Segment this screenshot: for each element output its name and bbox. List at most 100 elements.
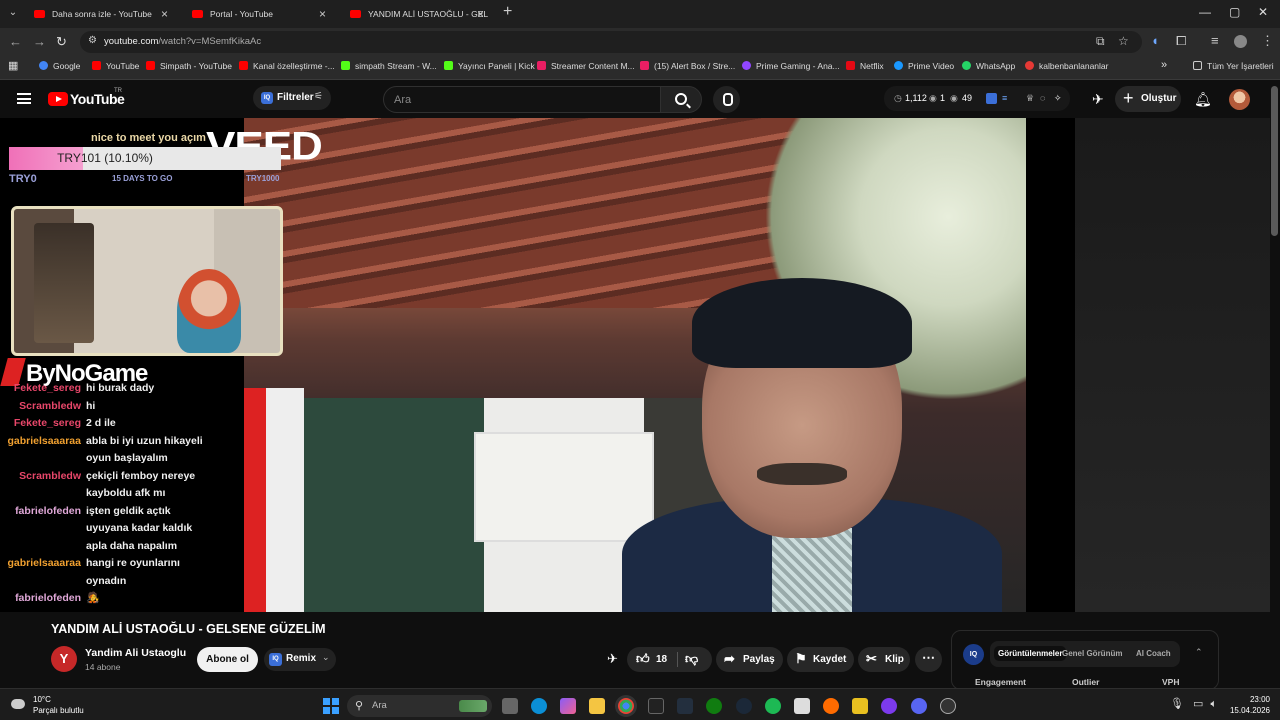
chat-username: Scrambledw [19,399,81,412]
restore-icon[interactable]: ▢ [1229,5,1240,19]
system-tray[interactable]: 🎙︎ ▭ 🔈︎ [1170,697,1217,711]
tab-overview[interactable]: Genel Görünüm [1062,649,1122,658]
browser-tab[interactable]: Portal - YouTube × [180,2,330,26]
vidiq-stats-bar[interactable]: ◷ 1,112 ◉ 1 ◉ 49 ≡ ♕ ◌ ✧ [884,86,1070,111]
create-button[interactable]: + Oluştur [1115,86,1181,112]
bookmark-item[interactable]: simpath Stream - W... [341,61,437,71]
app-icon[interactable] [881,698,897,714]
site-info-icon[interactable]: ⚙ [88,35,97,46]
google-favicon-icon [39,61,48,70]
search-input[interactable] [394,92,644,108]
back-icon[interactable]: ← [9,34,22,49]
reload-icon[interactable]: ↻ [56,34,67,50]
xbox-icon[interactable] [706,698,722,714]
bookmark-item[interactable]: WhatsApp [962,61,1015,71]
media-controls-icon[interactable]: ≡ [1211,33,1219,48]
list-icon[interactable]: ≡ [1002,93,1007,103]
search-highlight-icon [459,700,487,712]
hamburger-menu-icon[interactable] [17,93,31,104]
forward-icon[interactable]: → [33,34,46,49]
bookmark-item[interactable]: YouTube [92,61,139,71]
chat-icon[interactable]: ◌ [1040,93,1045,103]
vidiq-tabs: Görüntülenmeler Genel Görünüm AI Coach [990,641,1180,667]
subscribe-button[interactable]: Abone ol [197,647,258,672]
more-actions-button[interactable]: ⋯ [915,647,942,672]
bookmark-item[interactable]: Google [39,61,80,71]
bookmark-item[interactable]: Streamer Content M... [537,61,635,71]
channel-name[interactable]: Yandim Ali Ustaoglu [85,647,186,659]
user-avatar[interactable] [1229,89,1250,110]
app-icon[interactable] [852,698,868,714]
apps-grid-icon[interactable]: ▦ [8,59,18,72]
browser-tab-strip: ⌄ Daha sonra izle - YouTube × Portal - Y… [0,0,1280,28]
browser-tab[interactable]: Daha sonra izle - YouTube × [22,2,172,26]
address-bar[interactable]: ⚙ youtube.com/watch?v=MSemfKikaAc ⧉ ☆ [80,31,1142,53]
epic-games-icon[interactable] [648,698,664,714]
new-tab-icon[interactable]: + [503,3,512,21]
task-view-icon[interactable] [502,698,518,714]
taskbar-search[interactable]: ⚲ Ara [347,695,492,717]
windows-start-icon[interactable] [323,698,339,714]
app-icon[interactable] [823,698,839,714]
monitor-icon[interactable]: ▭ [1193,698,1203,710]
collapse-icon[interactable]: ⌃ [1195,647,1203,658]
close-tab-icon[interactable]: × [161,2,168,26]
vidiq-rocket-icon[interactable]: ✈ [607,651,618,667]
filters-button[interactable]: IQ Filtreler ⚟ [253,86,331,110]
bookmark-item[interactable]: Prime Video [894,61,954,71]
more-bookmarks-icon[interactable]: » [1161,59,1167,71]
sparkle-icon[interactable]: ✧ [1054,93,1062,104]
remix-button[interactable]: IQ Remix ⌄ [264,648,336,671]
extension-icon[interactable]: ◖ [1151,33,1159,48]
bookmark-star-icon[interactable]: ☆ [1118,34,1129,48]
notifications-bell-icon[interactable]: 🔔︎ [1194,91,1212,108]
save-button[interactable]: ⚑ Kaydet [787,647,854,672]
edge-icon[interactable] [531,698,547,714]
amazon-icon[interactable] [677,698,693,714]
bookmark-item[interactable]: Yayıncı Paneli | Kick [444,61,535,71]
search-button[interactable] [660,86,702,113]
all-bookmarks-folder[interactable]: Tüm Yer İşaretleri [1193,61,1274,71]
close-tab-icon[interactable]: × [477,2,484,26]
vidiq-rocket-icon[interactable]: ✈ [1092,91,1104,108]
minimize-icon[interactable]: — [1199,5,1211,19]
share-button[interactable]: ➦ Paylaş [716,647,783,672]
dislike-icon[interactable]: 👎︎ [685,651,698,667]
obs-icon[interactable] [940,698,956,714]
bookmark-item[interactable]: kalbenbanlananlar [1025,61,1108,71]
trophy-icon[interactable]: ♕ [1026,93,1034,104]
bookmark-item[interactable]: Kanal özelleştirme -... [239,61,335,71]
install-app-icon[interactable]: ⧉ [1096,34,1105,49]
clip-button[interactable]: ✂ Klip [858,647,910,672]
vidiq-icon[interactable] [986,93,997,104]
file-explorer-icon[interactable] [589,698,605,714]
microphone-icon[interactable]: 🎙︎ [1170,698,1184,710]
page-scrollbar[interactable] [1271,86,1278,236]
bookmark-item[interactable]: Prime Gaming - Ana... [742,61,840,71]
bookmark-item[interactable]: Simpath - YouTube [146,61,232,71]
copilot-icon[interactable] [560,698,576,714]
spotify-icon[interactable] [765,698,781,714]
steam-icon[interactable] [736,698,752,714]
browser-menu-icon[interactable]: ⋮ [1261,33,1274,49]
tab-search-icon[interactable]: ⌄ [6,7,20,21]
chat-message: Scrambledw çekiçli femboy nereye kayboldu… [0,468,244,503]
close-window-icon[interactable]: ✕ [1258,5,1268,19]
profile-avatar-icon[interactable] [1234,35,1247,48]
bookmark-item[interactable]: Netflix [846,61,884,71]
extensions-puzzle-icon[interactable]: ⧠ [1176,33,1186,49]
browser-tab-active[interactable]: YANDIM ALİ USTAOĞLU - GELS × [338,2,488,26]
video-player[interactable]: VEED nice to meet you açım TRY101 (10.10… [0,118,1075,612]
clock[interactable]: 23:00 15.04.2026 [1228,694,1270,716]
channel-avatar[interactable]: Y [51,646,77,672]
like-icon[interactable]: 👍︎ [636,651,650,667]
capcut-icon[interactable] [794,698,810,714]
volume-icon[interactable]: 🔈︎ [1211,698,1218,710]
close-tab-icon[interactable]: × [319,2,326,26]
tab-views[interactable]: Görüntülenmeler [994,646,1067,661]
bookmark-item[interactable]: (15) Alert Box / Stre... [640,61,735,71]
discord-icon[interactable] [911,698,927,714]
chrome-icon[interactable] [618,698,634,714]
voice-search-button[interactable] [713,86,740,113]
tab-ai-coach[interactable]: AI Coach [1136,649,1171,658]
